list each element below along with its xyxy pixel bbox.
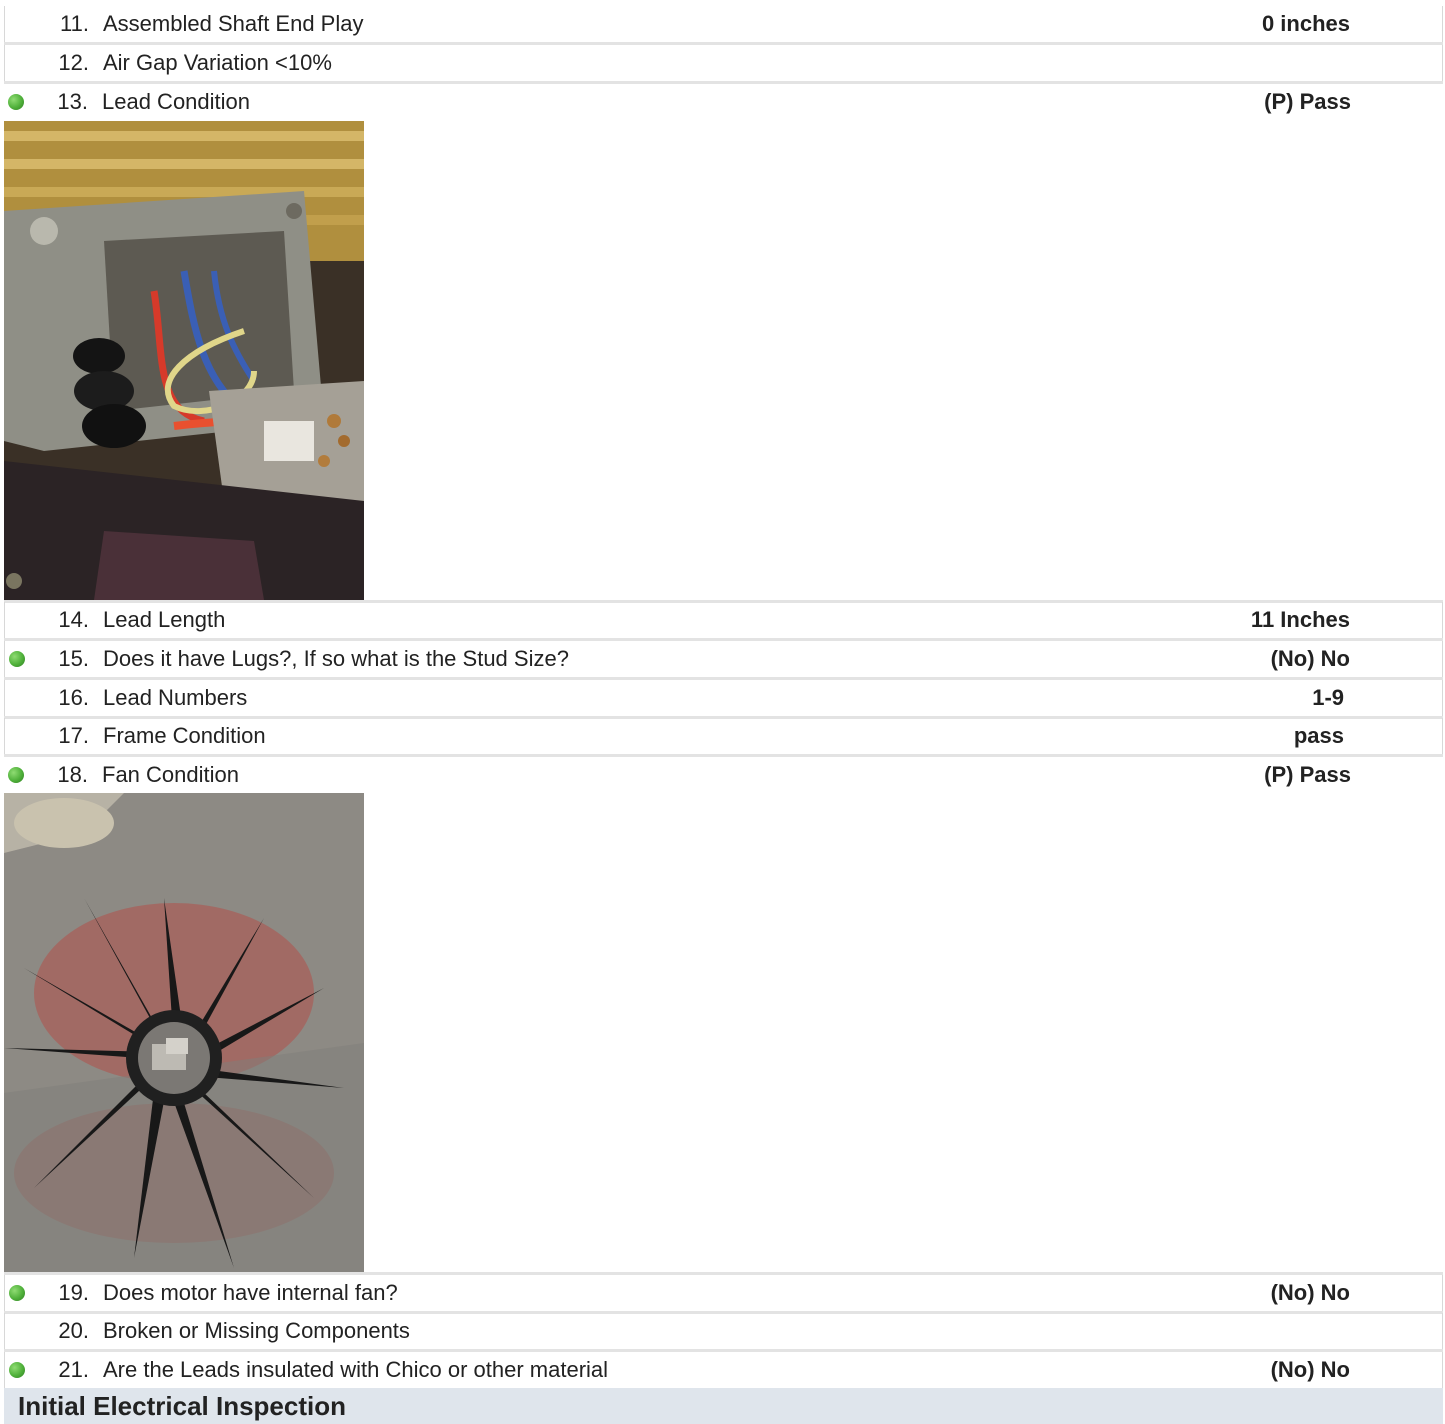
inspection-row: 18. Fan Condition (P) Pass — [4, 757, 1443, 793]
item-number: 12. — [58, 50, 89, 75]
inspection-row: 16. Lead Numbers 1-9 — [4, 680, 1443, 716]
item-number: 11. — [60, 11, 89, 36]
item-value: (No) No — [1270, 1280, 1350, 1305]
item-label: Are the Leads insulated with Chico or ot… — [103, 1357, 609, 1382]
item-number: 20. — [58, 1318, 89, 1343]
status-dot-icon — [8, 767, 24, 783]
fan-condition-photo — [4, 793, 364, 1272]
status-dot-icon — [8, 94, 24, 110]
lead-condition-photo-image — [4, 121, 364, 600]
item-value: 11 Inches — [1250, 607, 1350, 632]
item-number: 16. — [58, 685, 89, 710]
status-dot-icon — [9, 1285, 25, 1301]
item-value: 1-9 — [1312, 685, 1344, 710]
status-dot-icon — [9, 651, 25, 667]
item-number: 17. — [58, 723, 89, 748]
item-value: (No) No — [1270, 646, 1350, 671]
item-number: 15. — [58, 646, 89, 671]
item-number: 14. — [58, 607, 89, 632]
item-label: Lead Numbers — [103, 685, 248, 710]
section-title: Initial Electrical Inspection — [18, 1390, 346, 1421]
fan-condition-photo-image — [4, 793, 364, 1272]
inspection-row: 12. Air Gap Variation <10% — [4, 45, 1443, 81]
item-label: Assembled Shaft End Play — [103, 11, 364, 36]
status-dot-icon — [9, 1362, 25, 1378]
inspection-row: 19. Does motor have internal fan? (No) N… — [4, 1275, 1443, 1311]
item-value: pass — [1293, 723, 1344, 748]
inspection-row: 20. Broken or Missing Components — [4, 1313, 1443, 1349]
section-header: Initial Electrical Inspection — [4, 1388, 1443, 1424]
item-value: (P) Pass — [1264, 89, 1351, 114]
item-number: 13. — [57, 89, 88, 114]
item-number: 18. — [57, 762, 88, 787]
inspection-row: 14. Lead Length 11 Inches — [4, 602, 1443, 638]
item-label: Frame Condition — [103, 723, 266, 748]
item-value: 0 inches — [1261, 11, 1350, 36]
lead-condition-photo — [4, 121, 364, 600]
inspection-row: 21. Are the Leads insulated with Chico o… — [4, 1352, 1443, 1388]
item-value: (P) Pass — [1264, 762, 1351, 787]
item-label: Lead Length — [103, 607, 226, 632]
item-number: 19. — [58, 1280, 89, 1305]
inspection-row: 15. Does it have Lugs?, If so what is th… — [4, 641, 1443, 677]
item-label: Fan Condition — [102, 762, 239, 787]
item-label: Broken or Missing Components — [103, 1318, 410, 1343]
item-label: Air Gap Variation <10% — [103, 50, 332, 75]
inspection-row: 11. Assembled Shaft End Play 0 inches — [4, 6, 1443, 42]
item-label: Lead Condition — [102, 89, 251, 114]
item-number: 21. — [58, 1357, 89, 1382]
inspection-row: 13. Lead Condition (P) Pass — [4, 84, 1443, 120]
item-label: Does it have Lugs?, If so what is the St… — [103, 646, 569, 671]
inspection-row: 17. Frame Condition pass — [4, 718, 1443, 754]
item-value: (No) No — [1270, 1357, 1350, 1382]
item-label: Does motor have internal fan? — [103, 1280, 398, 1305]
